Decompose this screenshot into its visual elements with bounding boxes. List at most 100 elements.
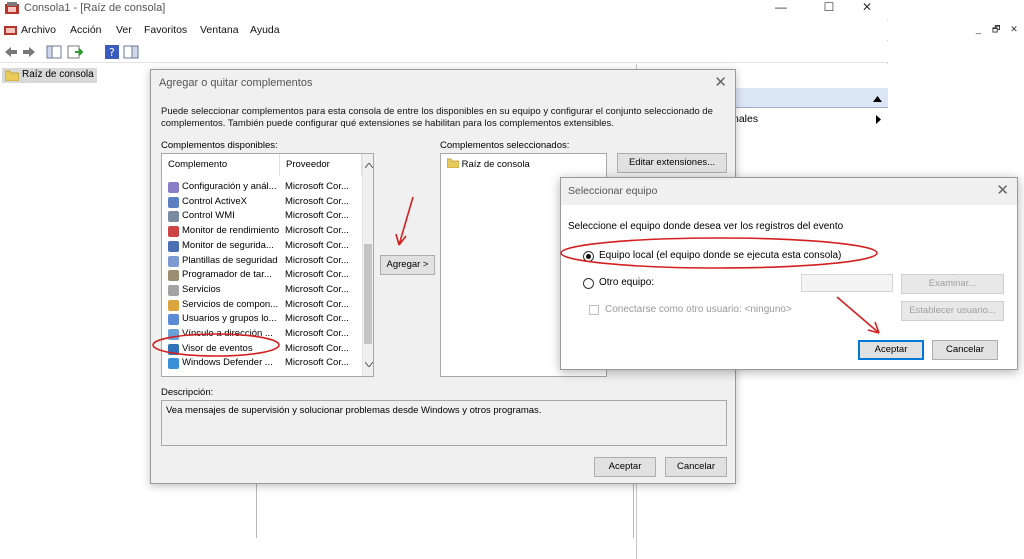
snapin-icon	[168, 211, 179, 223]
snapin-name: Programador de tar...	[182, 269, 272, 281]
snapin-row[interactable]: Windows Defender ... Microsoft Cor...	[162, 356, 362, 371]
console-menu-icon[interactable]	[4, 24, 17, 39]
tree-item-console-root[interactable]: Raíz de consola	[2, 68, 97, 83]
snapin-icon	[168, 284, 179, 296]
description-box: Vea mensajes de supervisión y solucionar…	[161, 400, 727, 446]
snapin-row[interactable]: Monitor de segurida... Microsoft Cor...	[162, 239, 362, 254]
mmc-app-icon	[5, 2, 19, 15]
snapin-row[interactable]: Control WMI Microsoft Cor...	[162, 209, 362, 224]
scroll-up-icon[interactable]	[364, 160, 373, 171]
snapin-vendor: Microsoft Cor...	[285, 313, 349, 325]
scrollbar-thumb[interactable]	[364, 244, 372, 344]
snapin-name: Control WMI	[182, 210, 235, 222]
snapin-vendor: Microsoft Cor...	[285, 283, 349, 295]
snapin-name: Monitor de rendimiento	[182, 225, 280, 237]
snapin-row[interactable]: Control ActiveX Microsoft Cor...	[162, 195, 362, 210]
snapin-vendor: Microsoft Cor...	[285, 225, 349, 237]
snapin-row[interactable]: Configuración y anál... Microsoft Cor...	[162, 180, 362, 195]
browse-button[interactable]: Examinar...	[901, 274, 1004, 294]
snapin-row[interactable]: Monitor de rendimiento Microsoft Cor...	[162, 224, 362, 239]
local-computer-label[interactable]: Equipo local (el equipo donde se ejecuta…	[599, 250, 841, 261]
selected-item-label: Raíz de consola	[461, 159, 530, 170]
actions-row[interactable]: nales	[733, 113, 758, 125]
mdi-minimize-button[interactable]: _	[972, 24, 984, 36]
menu-archivo[interactable]: Archivo	[21, 24, 56, 36]
show-hide-tree-icon[interactable]	[46, 44, 62, 60]
scroll-down-icon[interactable]	[364, 359, 373, 370]
snapin-vendor: Microsoft Cor...	[285, 239, 349, 251]
available-snapins-list[interactable]: Complemento Proveedor Configuración y an…	[161, 153, 374, 377]
show-action-pane-icon[interactable]	[123, 44, 139, 60]
dialog-title: Agregar o quitar complementos	[159, 77, 313, 89]
snapin-icon	[168, 226, 179, 238]
other-computer-input[interactable]	[801, 274, 893, 292]
snapin-name: Servicios	[182, 283, 221, 295]
snapin-icon	[168, 343, 179, 355]
set-user-button[interactable]: Establecer usuario...	[901, 301, 1004, 321]
snapin-icon	[168, 255, 179, 267]
snapin-row[interactable]: Servicios Microsoft Cor...	[162, 283, 362, 298]
snapin-icon	[168, 329, 179, 340]
snapin-name: Monitor de segurida...	[182, 239, 274, 251]
back-arrow-icon[interactable]	[3, 44, 19, 60]
other-computer-label[interactable]: Otro equipo:	[599, 277, 654, 288]
export-list-icon[interactable]	[67, 44, 84, 60]
snapin-row[interactable]: Visor de eventos Microsoft Cor...	[162, 342, 362, 357]
column-header-complemento[interactable]: Complemento	[162, 154, 280, 176]
snapin-vendor: Microsoft Cor...	[285, 210, 349, 222]
edit-extensions-button[interactable]: Editar extensiones...	[617, 153, 727, 173]
snapin-name: Usuarios y grupos lo...	[182, 313, 277, 325]
selected-snapins-label: Complementos seleccionados:	[440, 140, 570, 151]
snapin-vendor: Microsoft Cor...	[285, 269, 349, 281]
snapin-row[interactable]: Servicios de compon... Microsoft Cor...	[162, 298, 362, 313]
dialog-description: Puede seleccionar complementos para esta…	[161, 106, 713, 129]
local-computer-radio[interactable]	[583, 251, 594, 262]
maximize-button[interactable]: ☐	[812, 0, 846, 16]
menu-ayuda[interactable]: Ayuda	[250, 24, 280, 36]
results-pane	[256, 483, 634, 538]
cancel-button[interactable]: Cancelar	[932, 340, 998, 360]
close-icon[interactable]: ✕	[996, 181, 1009, 199]
description-label: Descripción:	[161, 387, 214, 398]
available-snapins-label: Complementos disponibles:	[161, 140, 278, 151]
ok-button[interactable]: Aceptar	[594, 457, 656, 477]
cancel-button[interactable]: Cancelar	[665, 457, 727, 477]
snapin-name: Servicios de compon...	[182, 298, 279, 310]
ok-button[interactable]: Aceptar	[858, 340, 924, 360]
snapin-name: Vínculo a dirección ...	[182, 328, 273, 339]
snapin-vendor: Microsoft Cor...	[285, 254, 349, 266]
window-title: Consola1 - [Raíz de consola]	[24, 2, 166, 14]
snapin-icon	[168, 299, 179, 311]
column-header-proveedor[interactable]: Proveedor	[280, 154, 362, 176]
menu-favoritos[interactable]: Favoritos	[144, 24, 187, 36]
selected-item-console-root[interactable]: Raíz de consola	[446, 158, 530, 171]
snapin-name: Visor de eventos	[182, 342, 253, 354]
collapse-up-icon[interactable]	[873, 94, 882, 105]
snapin-row[interactable]: Vínculo a dirección ... Microsoft Cor...	[162, 327, 362, 342]
menu-accion[interactable]: Acción	[70, 24, 102, 36]
close-icon[interactable]: ✕	[714, 73, 727, 91]
close-button[interactable]: ✕	[850, 0, 884, 16]
folder-icon	[446, 158, 460, 171]
snapin-vendor: Microsoft Cor...	[285, 328, 349, 339]
snapin-row[interactable]: Programador de tar... Microsoft Cor...	[162, 268, 362, 283]
snapin-row[interactable]: Usuarios y grupos lo... Microsoft Cor...	[162, 312, 362, 327]
submenu-arrow-icon	[876, 115, 881, 127]
snapin-name: Plantillas de seguridad	[182, 254, 278, 266]
snapin-vendor: Microsoft Cor...	[285, 298, 349, 310]
snapin-icon	[168, 182, 179, 193]
minimize-button[interactable]: —	[764, 0, 798, 16]
menu-ver[interactable]: Ver	[116, 24, 132, 36]
forward-arrow-icon[interactable]	[21, 44, 37, 60]
snapin-icon	[168, 270, 179, 282]
snapin-row[interactable]: Plantillas de seguridad Microsoft Cor...	[162, 254, 362, 269]
mdi-close-button[interactable]: ✕	[1008, 24, 1020, 36]
menu-ventana[interactable]: Ventana	[200, 24, 239, 36]
other-computer-radio[interactable]	[583, 278, 594, 289]
snapin-name: Control ActiveX	[182, 195, 247, 207]
help-icon[interactable]: ?	[104, 44, 120, 60]
mdi-restore-button[interactable]: 🗗	[990, 24, 1002, 36]
svg-text:?: ?	[109, 46, 115, 59]
add-button[interactable]: Agregar >	[380, 255, 435, 275]
connect-as-checkbox[interactable]	[589, 305, 599, 315]
